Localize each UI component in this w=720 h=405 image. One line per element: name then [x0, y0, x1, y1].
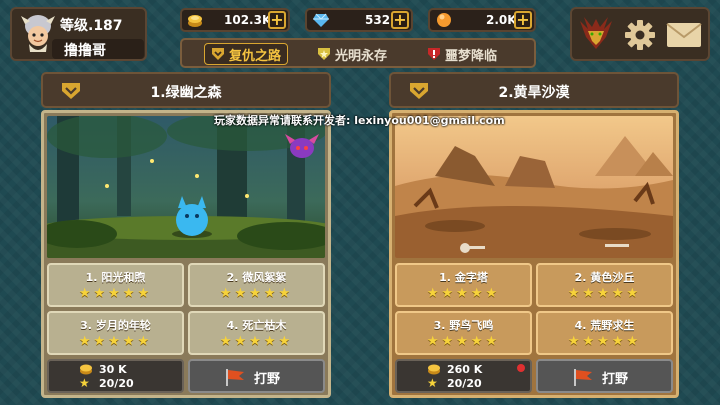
mode-tabs: 复仇之路 光明永存 噩梦降临 — [180, 38, 536, 68]
region-2-card: 1. 金字塔 ★★★★★ 2. 黄色沙丘 ★★★★★ 3. 野鸟飞鸣 ★★★★★… — [389, 110, 679, 398]
tab-revenge-road[interactable]: 复仇之路 — [204, 43, 289, 65]
player-name: 撸撸哥 — [64, 43, 106, 59]
stage-stars: ★★★★★ — [78, 334, 153, 349]
gold-currency: 102.3K + — [180, 8, 290, 32]
stage-button[interactable]: 4. 荒野求生 ★★★★★ — [536, 311, 673, 355]
region-2-header: 2.黄旱沙漠 — [389, 72, 679, 108]
stage-stars: ★★★★★ — [426, 286, 501, 301]
hunt-cost: 260 K ★ 20/20 — [395, 359, 532, 393]
shield-alert-icon — [428, 48, 440, 60]
add-diamond-button[interactable]: + — [391, 11, 409, 29]
stage-label: 3. 岁月的年轮 — [80, 319, 151, 332]
developer-notice: 玩家数据异常请联系开发者: lexinyou001@gmail.com — [214, 114, 505, 127]
stage-stars: ★★★★★ — [567, 334, 642, 349]
orb-value: 2.0K — [486, 13, 517, 27]
mail-icon[interactable] — [666, 21, 702, 49]
diamond-currency: 532 + — [305, 8, 413, 32]
hunt-cost: 30 K ★ 20/20 — [47, 359, 184, 393]
flag-icon — [574, 369, 592, 386]
stage-label: 4. 死亡枯木 — [226, 319, 287, 332]
shield-chevron-icon — [212, 48, 224, 60]
stage-label: 3. 野鸟飞鸣 — [433, 319, 494, 332]
menu-panel — [570, 7, 710, 61]
stage-label: 4. 荒野求生 — [574, 319, 635, 332]
notification-dot — [517, 364, 525, 372]
stage-stars: ★★★★★ — [78, 286, 153, 301]
region-title: 2.黄旱沙漠 — [498, 85, 570, 101]
add-orb-button[interactable]: + — [514, 11, 532, 29]
region-title: 1.绿幽之森 — [150, 85, 222, 101]
stage-label: 2. 黄色沙丘 — [574, 271, 635, 284]
stamina-value: 20/20 — [447, 377, 482, 390]
tab-nightmare[interactable]: 噩梦降临 — [427, 43, 497, 65]
stage-label: 2. 微风絮絮 — [226, 271, 287, 284]
stage-stars: ★★★★★ — [219, 286, 294, 301]
stage-button[interactable]: 3. 岁月的年轮 ★★★★★ — [47, 311, 184, 355]
hunt-button[interactable]: 打野 — [188, 359, 325, 393]
stage-button[interactable]: 2. 黄色沙丘 ★★★★★ — [536, 263, 673, 307]
tab-label: 光明永存 — [335, 48, 388, 64]
player-panel[interactable]: 等级.187 撸撸哥 — [10, 7, 147, 61]
stage-button[interactable]: 2. 微风絮絮 ★★★★★ — [188, 263, 325, 307]
tab-label: 复仇之路 — [229, 48, 282, 64]
stage-stars: ★★★★★ — [426, 334, 501, 349]
stage-label: 1. 阳光和煦 — [85, 271, 146, 284]
hunt-label: 打野 — [602, 372, 629, 387]
diamond-icon — [313, 13, 329, 27]
stage-stars: ★★★★★ — [567, 286, 642, 301]
gold-coin-icon — [428, 364, 440, 375]
hunt-button[interactable]: 打野 — [536, 359, 673, 393]
stage-button[interactable]: 4. 死亡枯木 ★★★★★ — [188, 311, 325, 355]
star-icon: ★ — [79, 376, 90, 390]
stage-label: 1. 金字塔 — [439, 271, 488, 284]
stage-button[interactable]: 1. 金字塔 ★★★★★ — [395, 263, 532, 307]
stage-stars: ★★★★★ — [219, 334, 294, 349]
flag-icon — [226, 369, 244, 386]
desert-scene-image[interactable] — [395, 116, 673, 258]
gear-icon[interactable] — [624, 19, 656, 51]
hunt-label: 打野 — [254, 372, 281, 387]
shield-star-icon — [318, 48, 330, 60]
orb-icon — [437, 13, 451, 27]
region-1-card: 1. 阳光和煦 ★★★★★ 2. 微风絮絮 ★★★★★ 3. 岁月的年轮 ★★★… — [41, 110, 331, 398]
gold-cost: 30 K — [99, 363, 127, 376]
forest-scene-image[interactable] — [47, 116, 325, 258]
stamina-value: 20/20 — [99, 377, 134, 390]
orb-currency: 2.0K + — [428, 8, 536, 32]
player-level: 等级.187 — [60, 18, 123, 34]
add-gold-button[interactable]: + — [268, 11, 286, 29]
gold-cost: 260 K — [447, 363, 483, 376]
dragon-emblem-icon[interactable] — [578, 15, 614, 53]
tab-eternal-light[interactable]: 光明永存 — [317, 43, 387, 65]
gold-value: 102.3K — [224, 13, 272, 27]
diamond-value: 532 — [365, 13, 391, 27]
stage-button[interactable]: 3. 野鸟飞鸣 ★★★★★ — [395, 311, 532, 355]
star-icon: ★ — [427, 376, 438, 390]
region-1-header: 1.绿幽之森 — [41, 72, 331, 108]
tab-label: 噩梦降临 — [445, 48, 498, 64]
gold-coin-icon — [80, 364, 92, 375]
gold-coin-icon — [188, 15, 202, 27]
stage-button[interactable]: 1. 阳光和煦 ★★★★★ — [47, 263, 184, 307]
